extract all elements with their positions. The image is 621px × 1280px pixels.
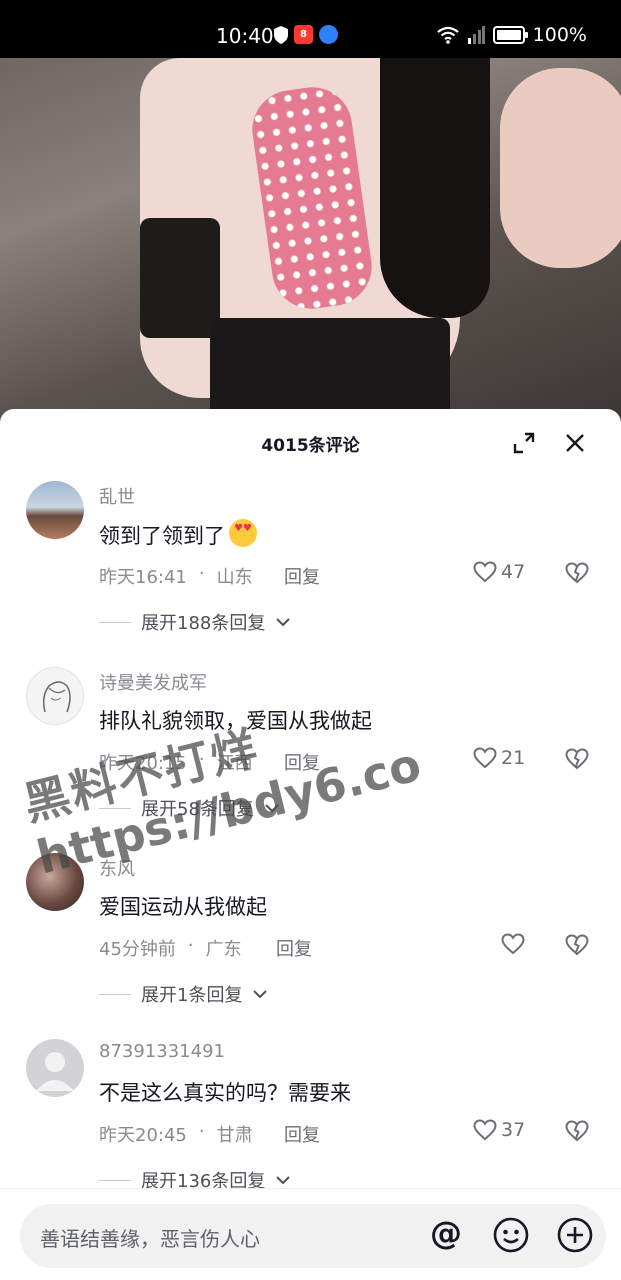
comment-time: 昨天16:41 [99,567,187,588]
comment-location: 广东 [205,939,242,960]
divider-line [99,993,131,995]
divider-line [99,807,131,809]
avatar[interactable] [26,667,84,725]
comment-text: 排队礼貌领取，爱国从我做起 [99,709,372,733]
comment-location: 山东 [216,567,253,588]
comment-time: 昨天20:15 [99,753,187,774]
shield-icon [274,25,288,44]
meta-separator: · [198,1121,205,1142]
expand-replies-button[interactable]: 展开58条回复 [99,795,280,821]
status-bar: 10:40 8 100% [0,0,621,58]
chevron-down-icon [265,804,279,813]
video-player[interactable] [0,58,621,428]
video-frame-hair [380,58,490,318]
expand-icon[interactable] [512,431,536,455]
browser-notification-icon [319,25,338,44]
chevron-down-icon [276,618,291,627]
comment-meta: 昨天20:45 · 甘肃 [99,1121,253,1147]
comment-input-placeholder: 善语结善缘，恶言伤人心 [40,1227,260,1251]
like-button[interactable]: 47 [473,561,525,583]
meta-separator: · [187,935,194,956]
heart-icon [473,1119,497,1141]
battery-level [496,30,521,40]
comment-meta: 昨天16:41 · 山东 [99,563,253,589]
like-button[interactable] [501,933,529,955]
sketch-avatar-icon [42,681,71,713]
chevron-down-icon [276,1176,291,1185]
comment-text: 不是这么真实的吗？需要来 [99,1081,351,1105]
battery-percent: 100% [532,24,587,46]
comment-username[interactable]: 乱世 [99,483,135,509]
svg-text:@: @ [430,1216,462,1252]
avatar[interactable] [26,1039,84,1097]
heart-eyes-emoji-icon [229,519,257,547]
comment-username[interactable]: 诗曼美发成军 [99,669,207,695]
expand-replies-label: 展开1条回复 [141,985,243,1006]
close-icon[interactable] [563,431,587,455]
comment-time: 45分钟前 [99,939,176,960]
broken-heart-icon[interactable] [565,561,589,585]
app-notification-icon: 8 [294,25,313,44]
like-button[interactable]: 37 [473,1119,525,1141]
status-right: 100% [436,24,587,46]
reply-button[interactable]: 回复 [276,935,312,961]
expand-replies-button[interactable]: 展开188条回复 [99,609,291,635]
status-notification-icons: 8 [274,25,338,44]
reply-button[interactable]: 回复 [284,563,320,589]
comment-text-content: 领到了领到了 [99,524,225,548]
comments-sheet: 4015条评论 乱世 领到了领到了 昨天16:41 · 山东 回复 47 展开1… [0,409,621,1280]
divider-line [99,621,131,623]
comment-location: 江西 [216,753,253,774]
broken-heart-icon[interactable] [565,1119,589,1143]
like-count: 21 [501,747,526,769]
expand-replies-label: 展开58条回复 [141,799,254,820]
video-frame-arm [500,68,621,268]
default-avatar-icon [36,1052,74,1091]
comment-meta: 45分钟前 · 广东 [99,935,242,961]
comment-text: 爱国运动从我做起 [99,895,267,919]
heart-icon [473,747,497,769]
wifi-icon [436,26,459,44]
divider-line [99,1179,131,1181]
comment-username[interactable]: 87391331491 [99,1041,225,1062]
broken-heart-icon[interactable] [565,747,589,771]
comment-location: 甘肃 [216,1125,253,1146]
reply-button[interactable]: 回复 [284,1121,320,1147]
like-count: 47 [501,561,526,583]
like-count: 37 [501,1119,526,1141]
emoji-icon[interactable] [492,1216,530,1254]
broken-heart-icon[interactable] [565,933,589,957]
signal-icon [467,26,485,44]
comment-username[interactable]: 东风 [99,855,135,881]
battery-icon [492,26,528,44]
comment-meta: 昨天20:15 · 江西 [99,749,253,775]
expand-replies-label: 展开188条回复 [141,613,266,634]
add-icon[interactable] [556,1216,594,1254]
comment-input-bar: 善语结善缘，恶言伤人心 @ [0,1188,621,1280]
expand-replies-button[interactable]: 展开1条回复 [99,981,268,1007]
avatar[interactable] [26,481,84,539]
like-button[interactable]: 21 [473,747,525,769]
video-frame-bag [140,218,220,338]
mention-icon[interactable]: @ [427,1216,465,1254]
reply-button[interactable]: 回复 [284,749,320,775]
meta-separator: · [198,749,205,770]
comment-time: 昨天20:45 [99,1125,187,1146]
heart-icon [473,561,497,583]
status-time: 10:40 [216,24,274,48]
chevron-down-icon [253,990,268,999]
heart-icon [501,933,525,955]
avatar[interactable] [26,853,84,911]
meta-separator: · [198,563,205,584]
comment-text: 领到了领到了 [99,519,257,550]
